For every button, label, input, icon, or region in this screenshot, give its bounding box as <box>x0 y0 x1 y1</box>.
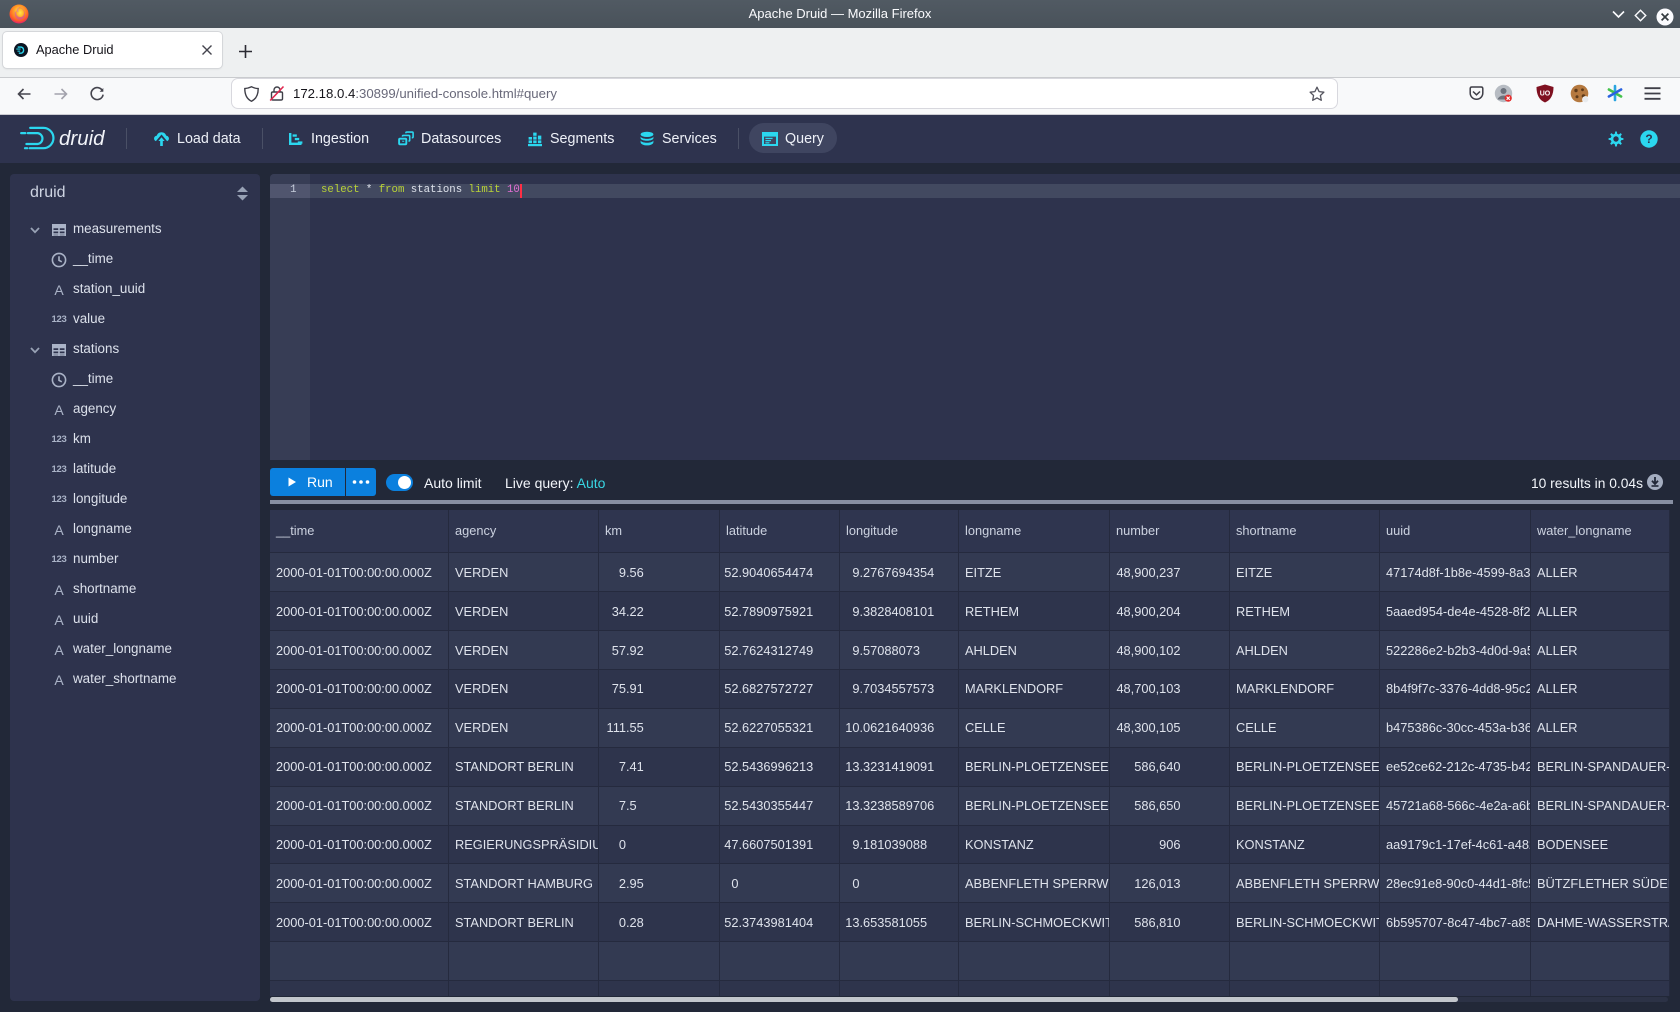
svg-text:?: ? <box>1645 132 1652 146</box>
svg-text:UO: UO <box>1540 91 1551 98</box>
